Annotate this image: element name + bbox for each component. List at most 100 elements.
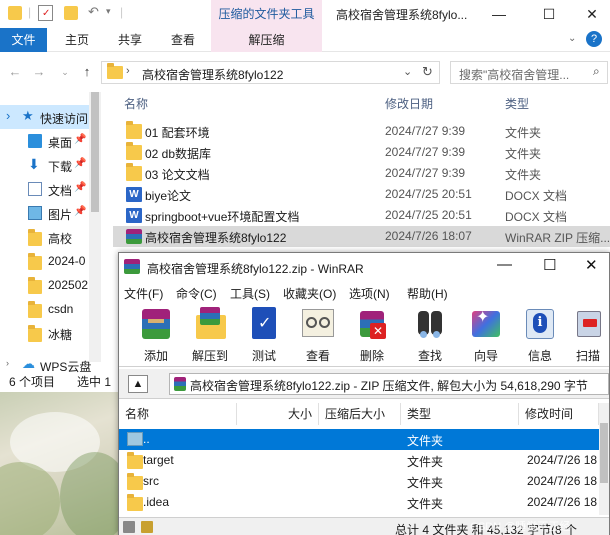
archive-row-parent[interactable]: .. 文件夹 [119, 429, 599, 450]
test-button[interactable]: ✓ 测试 [237, 305, 291, 365]
selected-count: 选中 1 [77, 375, 112, 389]
file-row[interactable]: W springboot+vue环境配置文档 2024/7/25 20:51 D… [113, 205, 610, 226]
file-row[interactable]: 01 配套环境 2024/7/27 9:39 文件夹 [113, 121, 610, 142]
tab-extract[interactable]: 解压缩 [211, 28, 322, 52]
ribbon-tabs: 文件 主页 共享 查看 解压缩 ⌄ ? [0, 28, 610, 52]
delete-icon: ✕ [354, 305, 390, 343]
properties-icon[interactable]: ✓ [38, 5, 53, 21]
column-header-name[interactable]: 名称 [119, 403, 237, 425]
pictures-icon [28, 206, 42, 220]
add-button[interactable]: 添加 [129, 305, 183, 365]
search-input[interactable]: 搜索"高校宿舍管理... ⌕ [450, 61, 608, 84]
nav-item-downloads[interactable]: ⬇ 下载 📌 [0, 153, 101, 177]
chevron-right-icon: › [6, 108, 11, 123]
watermark: CSDN @睡觉不正经 [470, 521, 571, 533]
scrollbar-thumb[interactable] [600, 423, 608, 483]
find-button[interactable]: 查找 [403, 305, 457, 365]
delete-button[interactable]: ✕ 删除 [345, 305, 399, 365]
column-header-name[interactable]: 名称 [124, 95, 148, 112]
archive-row[interactable]: target 文件夹 2024/7/26 18 [119, 450, 599, 471]
view-button[interactable]: 查看 [291, 305, 345, 365]
file-type: 文件夹 [505, 168, 542, 182]
address-bar[interactable]: › 高校宿舍管理系统8fylo122 ⌄ ↻ [101, 61, 440, 84]
file-row[interactable]: W biye论文 2024/7/25 20:51 DOCX 文档 [113, 184, 610, 205]
maximize-button[interactable]: ☐ [543, 256, 556, 274]
folder-icon [127, 473, 143, 490]
tool-label: 删除 [359, 349, 384, 363]
column-header-type[interactable]: 类型 [401, 403, 519, 425]
chevron-down-icon[interactable]: ▾ [106, 6, 111, 17]
menu-commands[interactable]: 命令(C) [176, 285, 217, 302]
test-icon: ✓ [246, 305, 282, 343]
archive-path-text: 高校宿舍管理系统8fylo122.zip - ZIP 压缩文件, 解包大小为 5… [190, 379, 588, 393]
forward-button[interactable]: → [30, 63, 48, 81]
info-button[interactable]: i 信息 [513, 305, 567, 365]
new-folder-icon[interactable] [64, 6, 78, 20]
archive-path-field[interactable]: 高校宿舍管理系统8fylo122.zip - ZIP 压缩文件, 解包大小为 5… [169, 373, 609, 395]
context-tab-header: 压缩的文件夹工具 [211, 0, 322, 28]
file-row[interactable]: 02 db数据库 2024/7/27 9:39 文件夹 [113, 142, 610, 163]
minimize-button[interactable]: — [476, 0, 522, 28]
archive-row[interactable]: .idea 文件夹 2024/7/26 18 [119, 492, 599, 513]
extract-to-button[interactable]: 解压到 [183, 305, 237, 365]
file-row[interactable]: 03 论文文档 2024/7/27 9:39 文件夹 [113, 163, 610, 184]
nav-item-folder[interactable]: 冰糖 [0, 321, 101, 345]
file-name: 03 论文文档 [145, 168, 210, 182]
chevron-down-icon[interactable]: ⌄ [403, 65, 412, 78]
scan-button[interactable]: 扫描 [567, 305, 609, 365]
nav-item-folder[interactable]: 高校 [0, 225, 101, 249]
nav-item-folder[interactable]: 2024-0 [0, 249, 101, 273]
folder-icon[interactable] [8, 6, 22, 20]
tool-label: 查找 [417, 349, 442, 363]
tab-file[interactable]: 文件 [0, 28, 47, 52]
chevron-right-icon: › [126, 65, 130, 77]
file-row-selected[interactable]: 高校宿舍管理系统8fylo122 2024/7/26 18:07 WinRAR … [113, 226, 610, 247]
up-button[interactable]: ↑ [78, 63, 96, 81]
close-button[interactable]: ✕ [574, 0, 610, 28]
minimize-button[interactable]: — [497, 256, 512, 273]
nav-scrollbar[interactable] [89, 92, 101, 362]
star-icon: ★ [22, 108, 34, 123]
file-type: 文件夹 [505, 126, 542, 140]
file-type: WinRAR ZIP 压缩... [505, 231, 610, 245]
winrar-titlebar: 高校宿舍管理系统8fylo122.zip - WinRAR — ☐ ✕ [119, 253, 609, 281]
undo-icon[interactable]: ↶ [88, 4, 99, 20]
archive-row-modified: 2024/7/26 18 [527, 474, 598, 488]
explorer-status-bar: 6 个项目 选中 1 [0, 370, 118, 392]
column-header-type[interactable]: 类型 [505, 95, 529, 112]
nav-item-folder[interactable]: 202502 [0, 273, 101, 297]
column-header-modified[interactable]: 修改时间 [519, 403, 599, 425]
recent-locations-button[interactable]: ⌄ [56, 63, 74, 81]
column-header-size[interactable]: 大小 [237, 403, 319, 425]
nav-item-quick-access[interactable]: › ★ 快速访问 [0, 105, 101, 129]
close-button[interactable]: ✕ [585, 256, 598, 274]
help-icon[interactable]: ? [586, 31, 602, 47]
folder-icon [28, 229, 42, 246]
menu-tools[interactable]: 工具(S) [230, 285, 270, 302]
file-list: 名称 修改日期 类型 01 配套环境 2024/7/27 9:39 文件夹 02… [113, 88, 610, 248]
archive-row[interactable]: src 文件夹 2024/7/26 18 [119, 471, 599, 492]
scrollbar-thumb[interactable] [91, 92, 99, 212]
archive-list-scrollbar[interactable] [599, 403, 609, 515]
chevron-down-icon[interactable]: ⌄ [568, 33, 576, 44]
tab-view[interactable]: 查看 [163, 28, 203, 52]
nav-item-desktop[interactable]: 桌面 📌 [0, 129, 101, 153]
tool-label: 向导 [473, 349, 498, 363]
menu-options[interactable]: 选项(N) [349, 285, 390, 302]
extract-to-icon [192, 305, 228, 343]
menu-favorites[interactable]: 收藏夹(O) [283, 285, 336, 302]
refresh-icon[interactable]: ↻ [422, 64, 433, 80]
tab-home[interactable]: 主页 [57, 28, 97, 52]
nav-item-documents[interactable]: 文档 📌 [0, 177, 101, 201]
column-header-packed[interactable]: 压缩后大小 [319, 403, 401, 425]
nav-item-folder[interactable]: csdn [0, 297, 101, 321]
wizard-button[interactable]: ✦ 向导 [459, 305, 513, 365]
up-folder-button[interactable]: ▲ [128, 375, 148, 393]
tab-share[interactable]: 共享 [110, 28, 150, 52]
menu-file[interactable]: 文件(F) [124, 285, 163, 302]
back-button[interactable]: ← [6, 63, 24, 81]
nav-item-pictures[interactable]: 图片 📌 [0, 201, 101, 225]
menu-help[interactable]: 帮助(H) [407, 285, 448, 302]
column-header-date[interactable]: 修改日期 [385, 95, 433, 112]
maximize-button[interactable]: ☐ [526, 0, 572, 28]
